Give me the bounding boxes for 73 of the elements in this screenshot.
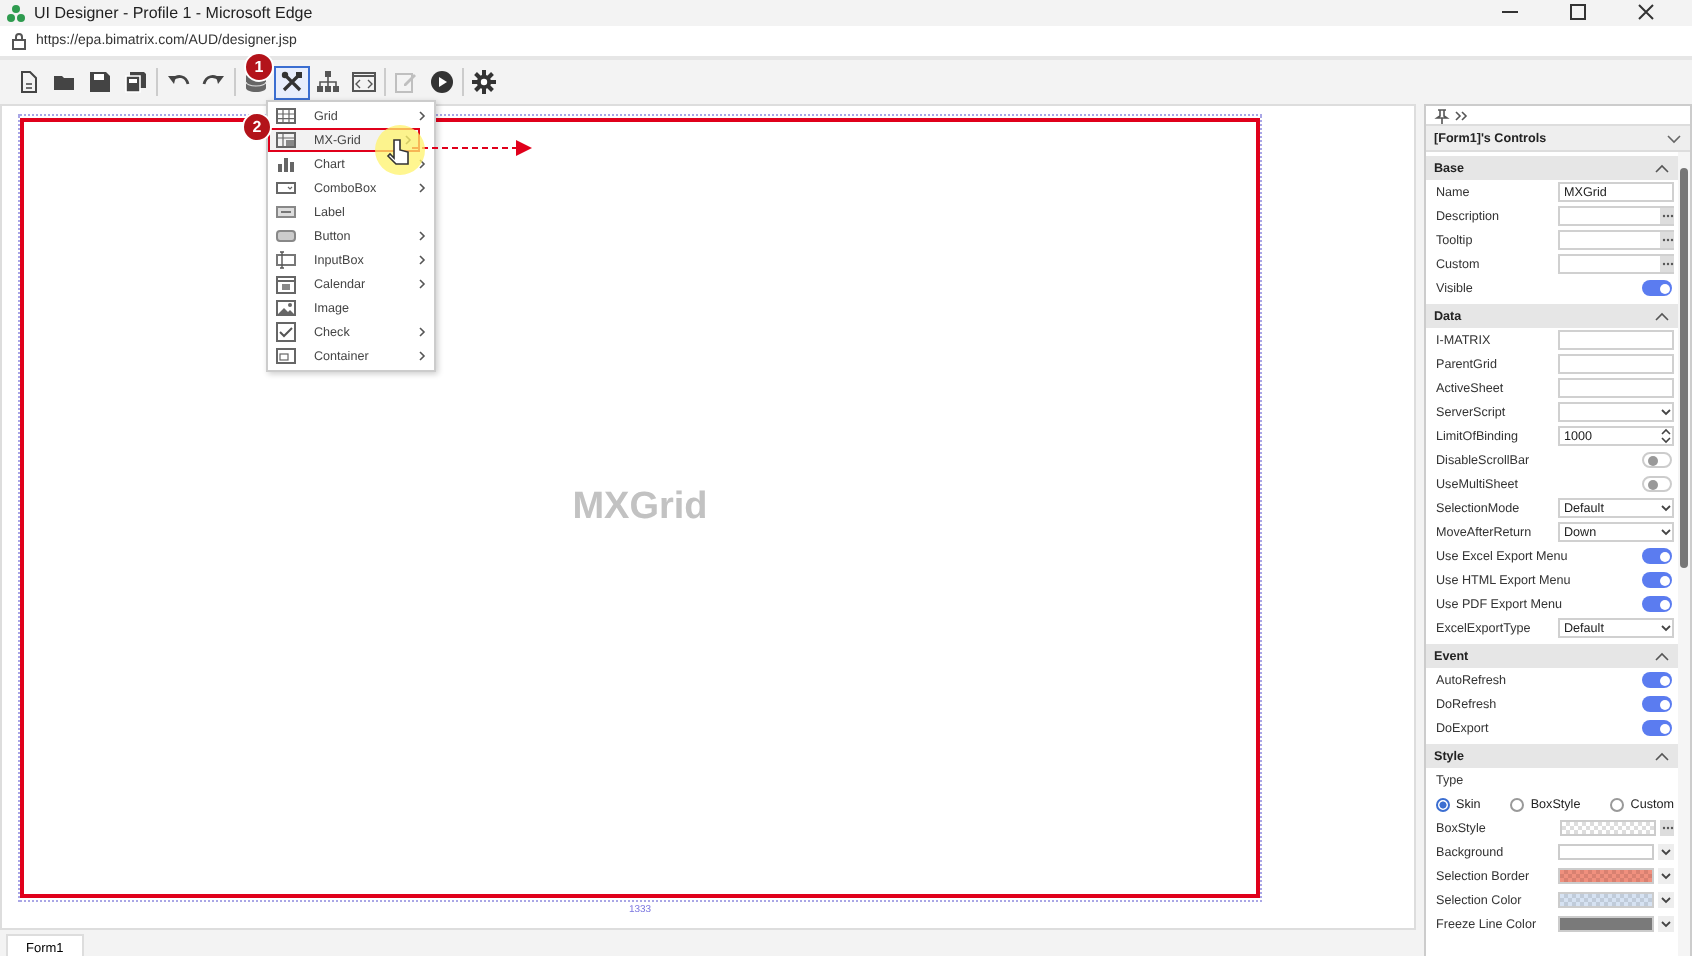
edit-icon <box>394 70 418 94</box>
dropdown-button[interactable] <box>1658 844 1674 860</box>
toggle-switch[interactable] <box>1642 720 1672 736</box>
inputbox-icon <box>276 250 296 270</box>
code-window-icon <box>352 70 376 94</box>
save-icon <box>88 70 112 94</box>
scrollbar[interactable] <box>1678 152 1690 956</box>
ellipsis-icon <box>1661 236 1673 244</box>
settings-icon <box>472 70 496 94</box>
caret-icon <box>1660 406 1672 418</box>
chevron-up-icon <box>1654 161 1670 175</box>
color-swatch[interactable] <box>1558 892 1654 908</box>
ellipsis-icon <box>1661 260 1673 268</box>
chevron-down-icon <box>1666 131 1682 145</box>
component-label: MXGrid <box>572 486 708 530</box>
tools-icon <box>280 70 304 94</box>
spinner-arrows-icon <box>1660 428 1672 444</box>
pattern-swatch[interactable] <box>1560 820 1656 836</box>
pin-icon <box>1434 107 1450 123</box>
toggle-switch[interactable] <box>1642 548 1672 564</box>
color-swatch[interactable] <box>1558 868 1654 884</box>
toolbar-button[interactable] <box>274 65 310 99</box>
more-button[interactable] <box>1660 820 1674 836</box>
color-swatch[interactable] <box>1558 916 1654 932</box>
expand-icon <box>1454 107 1470 123</box>
lock-icon <box>10 32 28 50</box>
more-button[interactable] <box>1660 208 1674 224</box>
dropdown-button[interactable] <box>1658 868 1674 884</box>
maximize-icon <box>1568 1 1588 21</box>
chevron-up-icon <box>1654 749 1670 763</box>
hierarchy-icon <box>316 70 340 94</box>
toggle-switch[interactable] <box>1642 672 1672 688</box>
container-icon <box>276 346 296 366</box>
grid-icon <box>276 106 296 126</box>
close-icon <box>1636 1 1656 21</box>
toggle-switch[interactable] <box>1642 572 1672 588</box>
more-button[interactable] <box>1660 232 1674 248</box>
text-field[interactable] <box>1558 254 1674 274</box>
toolbar-button[interactable] <box>466 65 502 99</box>
click-highlight-drawing <box>374 124 426 176</box>
dropdown-button[interactable] <box>1658 916 1674 932</box>
combobox-icon <box>276 178 296 198</box>
toggle-switch[interactable] <box>1642 696 1672 712</box>
mx-grid-icon <box>276 130 296 150</box>
label-icon <box>276 202 296 222</box>
text-field[interactable] <box>1558 230 1674 250</box>
document-icon <box>16 70 40 94</box>
ellipsis-icon <box>1661 212 1673 220</box>
toggle-switch[interactable] <box>1642 452 1672 468</box>
button-icon <box>276 226 296 246</box>
text-field[interactable] <box>1558 206 1674 226</box>
app-logo-icon <box>6 3 26 23</box>
save-all-icon <box>124 70 148 94</box>
toggle-switch[interactable] <box>1642 476 1672 492</box>
more-button[interactable] <box>1660 256 1674 272</box>
color-swatch[interactable] <box>1558 844 1654 860</box>
chevron-up-icon <box>1654 649 1670 663</box>
caret-icon <box>1660 622 1672 634</box>
folder-icon <box>52 70 76 94</box>
toggle-switch[interactable] <box>1642 280 1672 296</box>
checkbox-icon <box>276 322 296 342</box>
text-field[interactable] <box>1558 378 1674 398</box>
text-field[interactable] <box>1558 354 1674 374</box>
text-field[interactable] <box>1558 330 1674 350</box>
ellipsis-icon <box>1661 824 1673 832</box>
image-icon <box>276 298 296 318</box>
toggle-switch[interactable] <box>1642 596 1672 612</box>
calendar-icon <box>276 274 296 294</box>
dropdown-button[interactable] <box>1658 892 1674 908</box>
bar-chart-icon <box>276 154 296 174</box>
play-icon <box>430 70 454 94</box>
window-title: UI Designer - Profile 1 - Microsoft Edge <box>34 4 315 22</box>
chevron-up-icon <box>1654 309 1670 323</box>
